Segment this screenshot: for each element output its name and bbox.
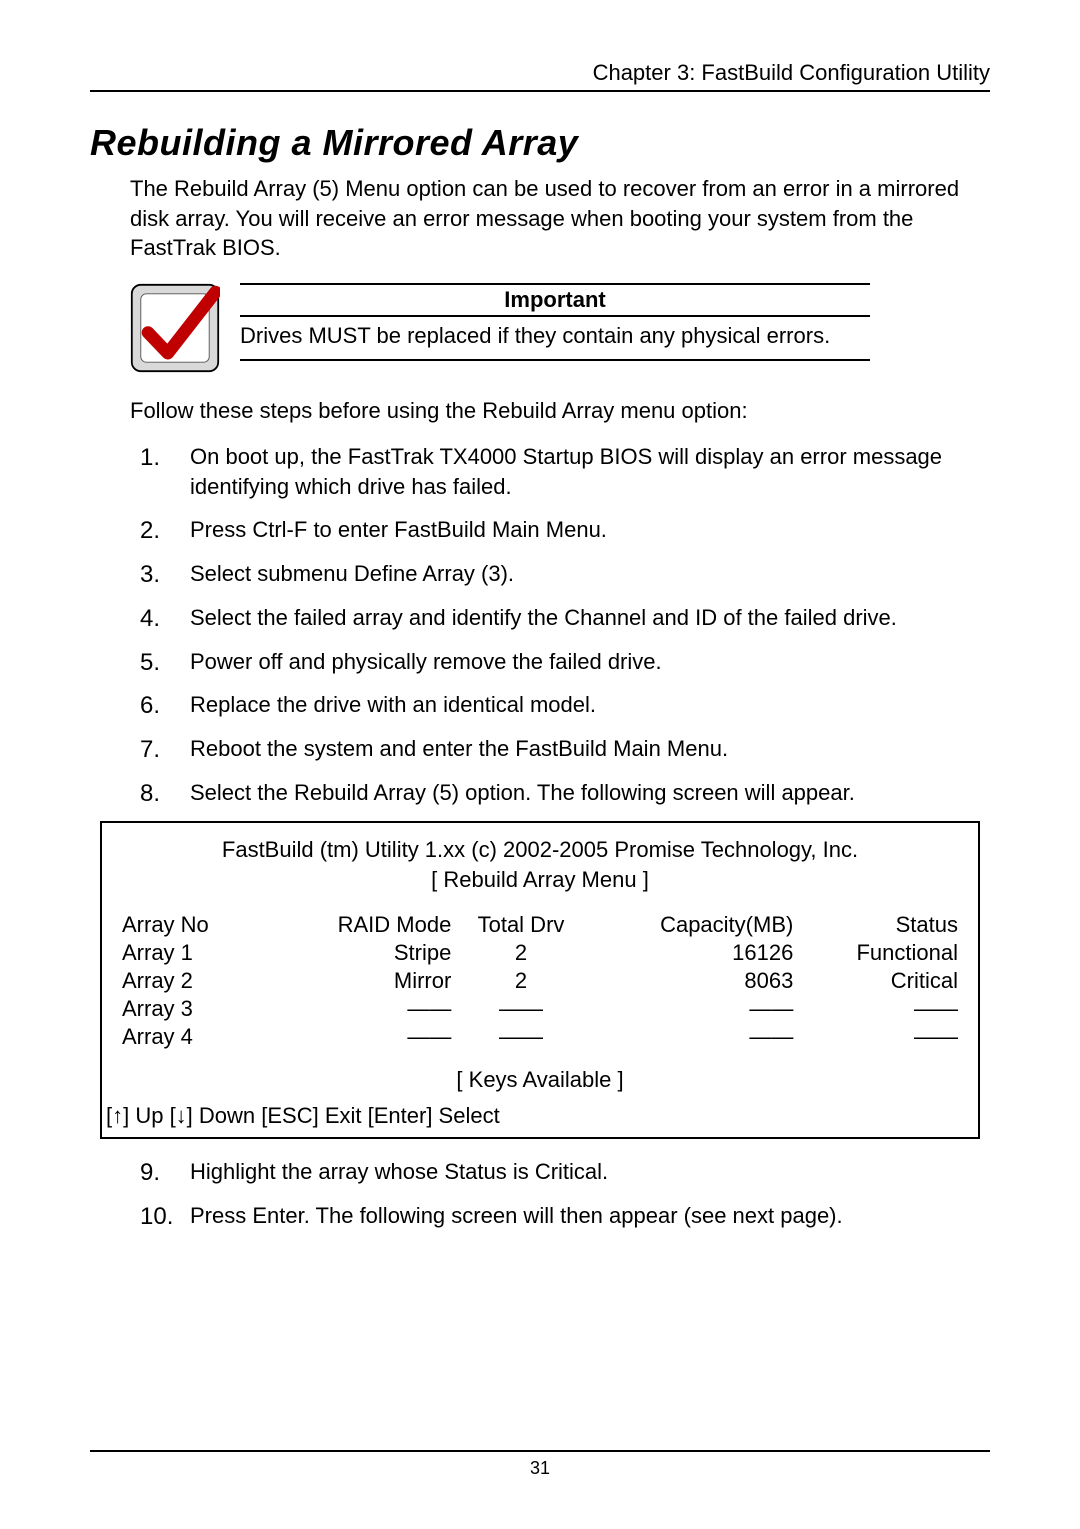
callout-title: Important: [240, 283, 870, 317]
table-cell: Array 4: [122, 1023, 287, 1051]
col-header-array-no: Array No: [122, 911, 287, 939]
step-item: Highlight the array whose Status is Crit…: [140, 1157, 990, 1187]
important-callout: Important Drives MUST be replaced if the…: [130, 283, 990, 373]
col-header-raid-mode: RAID Mode: [287, 911, 452, 939]
screen-header: FastBuild (tm) Utility 1.xx (c) 2002-200…: [122, 837, 958, 863]
col-header-capacity: Capacity(MB): [591, 911, 794, 939]
chapter-header: Chapter 3: FastBuild Configuration Utili…: [90, 60, 990, 92]
checkmark-icon: [130, 283, 220, 373]
bios-screen: FastBuild (tm) Utility 1.xx (c) 2002-200…: [100, 821, 980, 1139]
steps-list-after: Highlight the array whose Status is Crit…: [140, 1157, 990, 1230]
table-cell: 8063: [591, 967, 794, 995]
col-header-total-drv: Total Drv: [451, 911, 590, 939]
step-item: Power off and physically remove the fail…: [140, 647, 990, 677]
table-cell: 16126: [591, 939, 794, 967]
screen-subheader: [ Rebuild Array Menu ]: [122, 867, 958, 893]
step-item: Select the Rebuild Array (5) option. The…: [140, 778, 990, 808]
step-item: On boot up, the FastTrak TX4000 Startup …: [140, 442, 990, 501]
table-cell: ——: [451, 1023, 590, 1051]
table-cell: ——: [287, 1023, 452, 1051]
step-item: Reboot the system and enter the FastBuil…: [140, 734, 990, 764]
step-item: Select submenu Define Array (3).: [140, 559, 990, 589]
page-title: Rebuilding a Mirrored Array: [90, 122, 990, 164]
table-cell: Array 3: [122, 995, 287, 1023]
table-cell: Mirror: [287, 967, 452, 995]
step-item: Press Enter. The following screen will t…: [140, 1201, 990, 1231]
table-cell: ——: [793, 995, 958, 1023]
step-item: Replace the drive with an identical mode…: [140, 690, 990, 720]
follow-line: Follow these steps before using the Rebu…: [130, 398, 990, 424]
table-cell: ——: [793, 1023, 958, 1051]
table-cell: Critical: [793, 967, 958, 995]
table-cell: 2: [451, 939, 590, 967]
table-cell: 2: [451, 967, 590, 995]
keys-available-label: [ Keys Available ]: [122, 1067, 958, 1093]
table-cell: ——: [287, 995, 452, 1023]
table-cell: ——: [591, 995, 794, 1023]
keys-line: [↑] Up [↓] Down [ESC] Exit [Enter] Selec…: [102, 1103, 978, 1129]
table-cell: ——: [591, 1023, 794, 1051]
step-item: Select the failed array and identify the…: [140, 603, 990, 633]
table-cell: Array 2: [122, 967, 287, 995]
callout-text: Drives MUST be replaced if they contain …: [240, 317, 870, 361]
steps-list-before: On boot up, the FastTrak TX4000 Startup …: [140, 442, 990, 807]
page-number: 31: [90, 1450, 990, 1479]
table-cell: Array 1: [122, 939, 287, 967]
col-header-status: Status: [793, 911, 958, 939]
step-item: Press Ctrl-F to enter FastBuild Main Men…: [140, 515, 990, 545]
array-table: Array No RAID Mode Total Drv Capacity(MB…: [122, 911, 958, 1051]
table-cell: Stripe: [287, 939, 452, 967]
intro-paragraph: The Rebuild Array (5) Menu option can be…: [130, 174, 990, 263]
table-cell: ——: [451, 995, 590, 1023]
table-cell: Functional: [793, 939, 958, 967]
